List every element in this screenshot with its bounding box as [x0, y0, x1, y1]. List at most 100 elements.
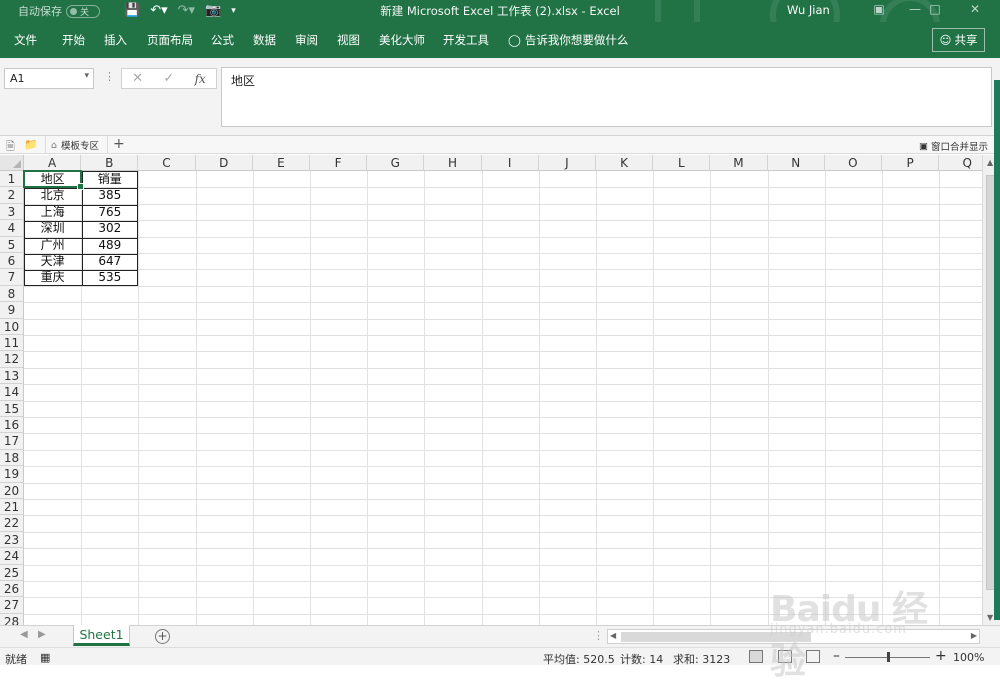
close-icon[interactable]: ✕: [958, 0, 992, 22]
column-header[interactable]: F: [310, 155, 368, 171]
row-header[interactable]: 6: [0, 253, 24, 270]
autosave[interactable]: 自动保存 关: [18, 3, 100, 19]
row-header[interactable]: 18: [0, 449, 24, 467]
macro-record-icon[interactable]: ▦: [40, 651, 50, 664]
row-header[interactable]: 3: [0, 203, 24, 221]
row-header[interactable]: 7: [0, 269, 24, 286]
row-header[interactable]: 9: [0, 302, 24, 319]
row-header[interactable]: 13: [0, 367, 24, 385]
chevron-down-icon[interactable]: ▾: [84, 71, 89, 81]
tell-me-search[interactable]: ◯ 告诉我你想要做什么: [508, 32, 628, 48]
horizontal-scroll-thumb[interactable]: [621, 632, 811, 642]
sheet-tab-sheet1[interactable]: Sheet1: [73, 625, 130, 646]
data-cell[interactable]: 北京: [24, 187, 81, 203]
column-header[interactable]: O: [824, 155, 882, 171]
customize-qat-icon[interactable]: ▾: [231, 3, 236, 19]
row-header[interactable]: 4: [0, 220, 24, 237]
active-cell-selection[interactable]: [23, 170, 85, 191]
tab-data[interactable]: 数据: [253, 32, 276, 48]
data-cell[interactable]: 上海: [24, 204, 81, 220]
column-header[interactable]: P: [882, 155, 940, 171]
camera-icon[interactable]: 📷: [205, 3, 221, 19]
merge-window-button[interactable]: ▣ 窗口合并显示: [919, 139, 988, 154]
header-cell[interactable]: 销量: [81, 171, 138, 187]
data-cell[interactable]: 广州: [24, 237, 81, 253]
row-header[interactable]: 17: [0, 433, 24, 450]
scroll-left-icon[interactable]: ◀: [610, 631, 616, 640]
data-cell[interactable]: 深圳: [24, 220, 81, 236]
data-cell[interactable]: 535: [81, 269, 138, 285]
page-layout-view-icon[interactable]: [778, 650, 792, 663]
column-header[interactable]: J: [538, 155, 596, 171]
scroll-up-icon[interactable]: ▲: [987, 158, 993, 167]
data-cell[interactable]: 647: [81, 253, 138, 269]
row-header[interactable]: 19: [0, 466, 24, 483]
maximize-icon[interactable]: □: [918, 0, 952, 22]
row-header[interactable]: 25: [0, 564, 24, 581]
cancel-icon[interactable]: ✕: [132, 71, 143, 86]
undo-icon[interactable]: ↶▾: [150, 3, 167, 19]
next-sheet-icon[interactable]: ▶: [38, 629, 46, 640]
column-header[interactable]: C: [138, 155, 196, 171]
scroll-right-icon[interactable]: ▶: [971, 631, 977, 640]
zoom-slider-knob[interactable]: [887, 652, 890, 662]
data-cell[interactable]: 385: [81, 187, 138, 203]
row-header[interactable]: 24: [0, 548, 24, 565]
tab-developer[interactable]: 开发工具: [443, 32, 489, 48]
scroll-down-icon[interactable]: ▼: [987, 613, 993, 622]
data-cell[interactable]: 489: [81, 237, 138, 253]
tab-formulas[interactable]: 公式: [211, 32, 234, 48]
column-header[interactable]: A: [24, 155, 82, 171]
tab-beautify[interactable]: 美化大师: [379, 32, 425, 48]
column-header[interactable]: B: [81, 155, 139, 171]
name-box[interactable]: A1 ▾: [4, 68, 94, 89]
zoom-in-icon[interactable]: +: [935, 648, 947, 664]
row-header[interactable]: 28: [0, 613, 24, 625]
column-header[interactable]: H: [424, 155, 482, 171]
tab-file[interactable]: 文件: [14, 32, 37, 48]
tab-view[interactable]: 视图: [337, 32, 360, 48]
column-header[interactable]: N: [767, 155, 825, 171]
formula-input[interactable]: 地区: [221, 67, 992, 127]
data-cell[interactable]: 302: [81, 220, 138, 236]
row-header[interactable]: 2: [0, 187, 24, 204]
row-header[interactable]: 1: [0, 171, 24, 188]
tab-insert[interactable]: 插入: [104, 32, 127, 48]
row-header[interactable]: 10: [0, 318, 24, 335]
column-header[interactable]: E: [252, 155, 310, 171]
row-header[interactable]: 23: [0, 531, 24, 549]
folder-icon[interactable]: 📁: [24, 138, 38, 151]
new-tab-icon[interactable]: +: [113, 136, 125, 152]
column-header[interactable]: K: [596, 155, 654, 171]
zoom-out-icon[interactable]: –: [833, 648, 840, 664]
column-header[interactable]: L: [653, 155, 711, 171]
tab-page-layout[interactable]: 页面布局: [147, 32, 193, 48]
normal-view-icon[interactable]: [749, 650, 763, 663]
enter-icon[interactable]: ✓: [163, 71, 174, 86]
column-header[interactable]: Q: [939, 155, 982, 171]
row-header[interactable]: 14: [0, 384, 24, 401]
row-header[interactable]: 11: [0, 335, 24, 352]
more-dots-icon[interactable]: ⋮: [104, 70, 115, 83]
tab-home[interactable]: 开始: [62, 32, 85, 48]
row-header[interactable]: 22: [0, 515, 24, 532]
user-name[interactable]: Wu Jian: [787, 3, 830, 17]
row-header[interactable]: 16: [0, 417, 24, 434]
redo-icon[interactable]: ↷▾: [178, 3, 195, 19]
template-tab[interactable]: ⌂ 模板专区: [45, 136, 108, 154]
column-header[interactable]: D: [195, 155, 253, 171]
insert-function-icon[interactable]: fx: [195, 72, 206, 86]
add-sheet-icon[interactable]: +: [155, 629, 170, 644]
column-header[interactable]: I: [481, 155, 539, 171]
column-header[interactable]: G: [367, 155, 425, 171]
row-header[interactable]: 21: [0, 499, 24, 516]
tab-review[interactable]: 审阅: [295, 32, 318, 48]
horizontal-scrollbar[interactable]: ◀ ▶: [607, 629, 980, 644]
data-cell[interactable]: 765: [81, 204, 138, 220]
save-icon[interactable]: 💾: [124, 3, 140, 19]
page-break-view-icon[interactable]: [806, 650, 820, 663]
data-cell[interactable]: 重庆: [24, 269, 81, 285]
splitter-dots-icon[interactable]: ⋮: [593, 629, 604, 642]
row-header[interactable]: 15: [0, 400, 24, 417]
data-cell[interactable]: 天津: [24, 253, 81, 269]
